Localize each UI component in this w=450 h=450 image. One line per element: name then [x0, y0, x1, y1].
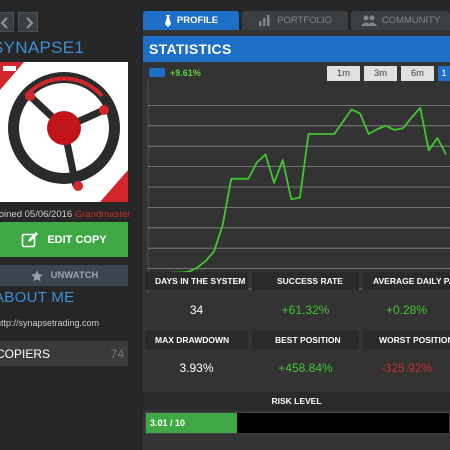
edit-copy-button[interactable]: EDIT COPY [0, 222, 128, 257]
period-button-6m[interactable]: 6m [401, 66, 434, 81]
kpi-header-worst: WORST POSITION [363, 331, 450, 349]
profile-sidebar: SYNAPSE1 Joined 05/06/2016 Grandmaster E… [0, 0, 138, 450]
tab-portfolio-label: PORTFOLIO [277, 15, 332, 26]
period-button-1y[interactable]: 1 [438, 66, 450, 81]
kpi-header-drawdown: MAX DRAWDOWN [145, 331, 248, 349]
edit-icon [22, 231, 39, 247]
period-button-3m[interactable]: 3m [364, 66, 397, 81]
rank-label: Grandmaster [74, 209, 131, 220]
tab-community-label: COMMUNITY [381, 15, 441, 26]
bar-chart-icon [259, 15, 270, 26]
kpi-label-success: SUCCESS RATE [277, 276, 343, 286]
kpi-label-worst: WORST POSITION [379, 335, 450, 345]
nav-forward-button[interactable] [18, 12, 38, 32]
star-icon [30, 270, 43, 281]
gain-value: +9.61% [170, 68, 201, 78]
tab-profile[interactable]: PROFILE [143, 11, 239, 30]
kpi-value-worst: -325.92% [380, 361, 433, 375]
kpi-label-avg-daily: AVERAGE DAILY PA [373, 276, 450, 286]
chevron-right-icon [26, 17, 34, 29]
unwatch-label: UNWATCH [50, 270, 99, 281]
risk-level-text: 3.01 / 10 [150, 418, 186, 428]
statistics-title: STATISTICS [149, 41, 232, 57]
tab-portfolio[interactable]: PORTFOLIO [242, 11, 348, 30]
kpi-header-avg-daily: AVERAGE DAILY PA [363, 272, 450, 290]
kpi-value-drawdown: 3.93% [179, 361, 214, 375]
copiers-row[interactable]: COPIERS 74 [0, 341, 128, 366]
tie-icon [164, 14, 171, 27]
copiers-count: 74 [110, 347, 124, 361]
kpi-value-days: 34 [189, 303, 204, 317]
username: SYNAPSE1 [0, 38, 85, 57]
risk-level-header: RISK LEVEL [143, 392, 450, 410]
joined-date-text: Joined 05/06/2016 [0, 209, 73, 220]
edit-copy-label: EDIT COPY [47, 233, 107, 246]
statistics-panel: STATISTICS +9.61% 1m 3m 6m 1 DAYS IN THE… [143, 30, 450, 450]
about-me-heading: ABOUT ME [0, 289, 75, 306]
joined-date: Joined 05/06/2016 Grandmaster [0, 209, 130, 220]
kpi-label-best: BEST POSITION [275, 335, 341, 345]
chevron-left-icon [0, 17, 8, 29]
kpi-header-success: SUCCESS RATE [252, 272, 359, 290]
nav-back-button[interactable] [0, 12, 14, 32]
gain-badge [149, 68, 165, 77]
avatar [0, 62, 128, 202]
tab-profile-label: PROFILE [176, 15, 219, 26]
website-link[interactable]: http://synapsetrading.com [0, 318, 99, 328]
steering-wheel-logo [0, 62, 128, 202]
copiers-label: COPIERS [0, 347, 51, 361]
risk-level-bar: 3.01 / 10 [145, 412, 450, 434]
period-button-1m[interactable]: 1m [327, 66, 360, 81]
tab-community[interactable]: COMMUNITY [351, 11, 450, 30]
performance-chart [147, 81, 450, 293]
kpi-value-avg-daily: +0.28% [385, 303, 428, 317]
statistics-header: STATISTICS [143, 36, 450, 62]
unwatch-button[interactable]: UNWATCH [0, 265, 128, 286]
kpi-value-best: +458.84% [278, 361, 333, 375]
kpi-label-days: DAYS IN THE SYSTEM [155, 276, 246, 286]
kpi-header-best: BEST POSITION [252, 331, 359, 349]
kpi-label-drawdown: MAX DRAWDOWN [155, 335, 230, 345]
kpi-header-days: DAYS IN THE SYSTEM [145, 272, 248, 290]
users-icon [360, 15, 377, 26]
kpi-value-success: +61.32% [281, 303, 330, 317]
profile-tabs: PROFILE PORTFOLIO COMMUNITY [143, 11, 450, 30]
